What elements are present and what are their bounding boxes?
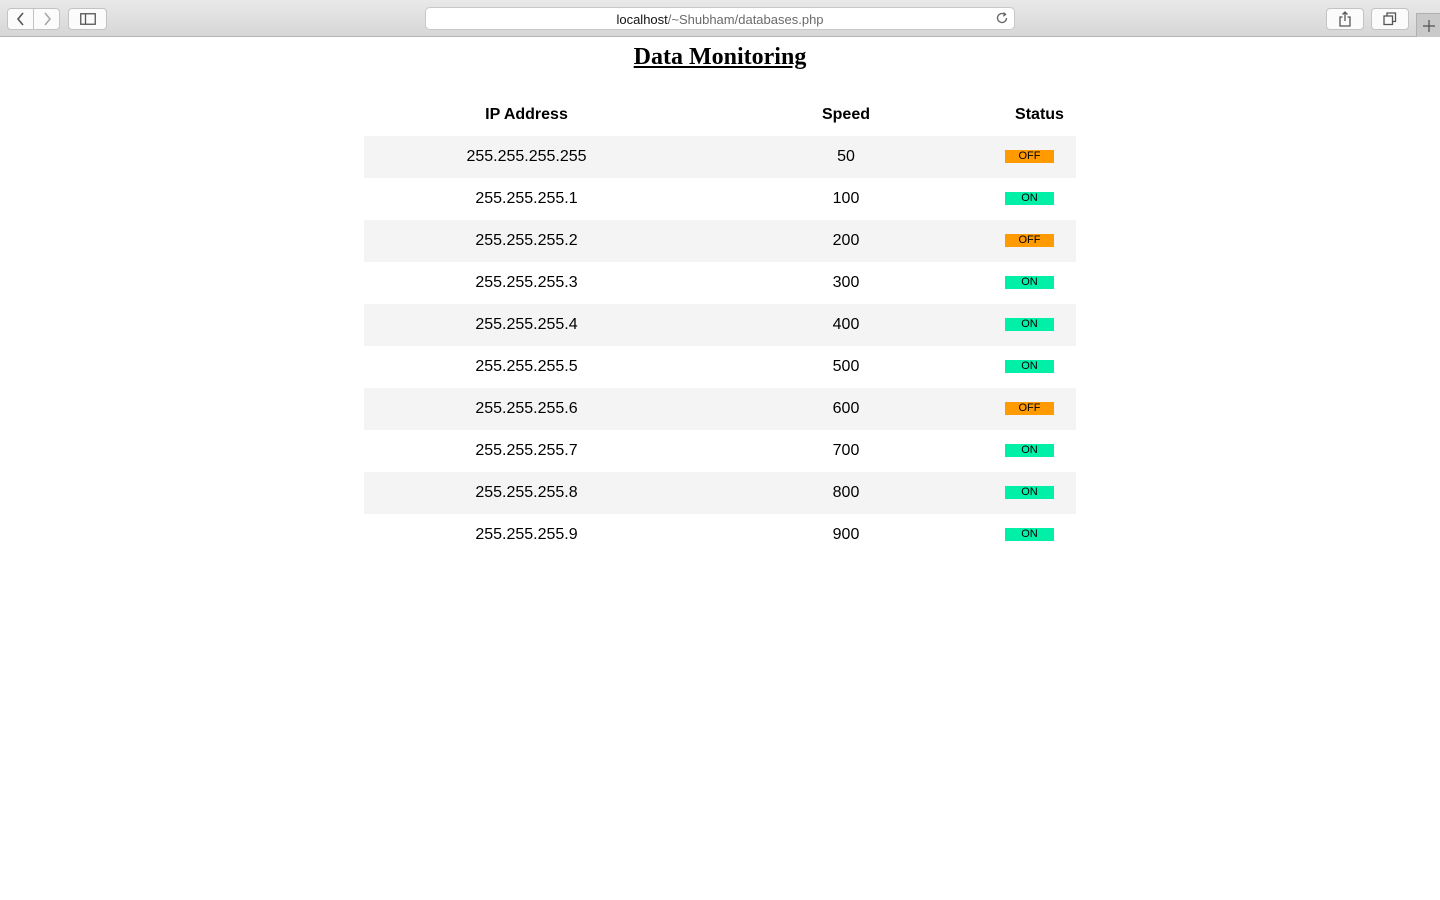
table-row: 255.255.255.6 600 OFF bbox=[364, 388, 1076, 430]
status-badge: ON bbox=[1005, 276, 1054, 290]
ip-address-cell: 255.255.255.7 bbox=[475, 442, 578, 459]
status-cell: ON bbox=[1003, 430, 1076, 472]
status-cell: OFF bbox=[1003, 136, 1076, 178]
ip-address-cell: 255.255.255.2 bbox=[475, 232, 578, 249]
page-title: Data Monitoring bbox=[633, 44, 807, 70]
reload-icon[interactable] bbox=[995, 11, 1009, 25]
status-cell: ON bbox=[1003, 304, 1076, 346]
url-host: localhost bbox=[616, 12, 668, 27]
status-badge: ON bbox=[1005, 486, 1054, 500]
ip-address-cell: 255.255.255.6 bbox=[475, 400, 578, 417]
ip-address-cell: 255.255.255.3 bbox=[475, 274, 578, 291]
header-speed: Speed bbox=[821, 106, 870, 123]
plus-icon bbox=[1422, 19, 1435, 32]
browser-toolbar: localhost/~Shubham/databases.php bbox=[0, 0, 1440, 37]
status-badge: ON bbox=[1005, 192, 1054, 206]
header-status: Status bbox=[1015, 106, 1064, 123]
sidebar-button[interactable] bbox=[68, 8, 107, 30]
status-badge: OFF bbox=[1005, 402, 1054, 416]
table-header-row: IP Address Speed Status bbox=[364, 94, 1076, 136]
table-row: 255.255.255.3 300 ON bbox=[364, 262, 1076, 304]
speed-cell: 300 bbox=[832, 274, 860, 291]
status-badge: OFF bbox=[1005, 150, 1054, 164]
table-row: 255.255.255.255 50 OFF bbox=[364, 136, 1076, 178]
status-cell: OFF bbox=[1003, 220, 1076, 262]
table-row: 255.255.255.1 100 ON bbox=[364, 178, 1076, 220]
table-row: 255.255.255.9 900 ON bbox=[364, 514, 1076, 556]
status-badge: OFF bbox=[1005, 234, 1054, 248]
header-ip-address: IP Address bbox=[485, 106, 568, 123]
status-cell: ON bbox=[1003, 472, 1076, 514]
ip-address-cell: 255.255.255.9 bbox=[475, 526, 578, 543]
speed-cell: 900 bbox=[832, 526, 860, 543]
sidebar-icon bbox=[79, 13, 96, 25]
forward-icon bbox=[42, 12, 52, 26]
speed-cell: 100 bbox=[832, 190, 860, 207]
ip-address-cell: 255.255.255.255 bbox=[466, 148, 587, 165]
ip-address-cell: 255.255.255.5 bbox=[475, 358, 578, 375]
share-icon bbox=[1338, 11, 1352, 27]
status-cell: ON bbox=[1003, 514, 1076, 556]
status-badge: ON bbox=[1005, 444, 1054, 458]
status-badge: ON bbox=[1005, 318, 1054, 332]
ip-address-cell: 255.255.255.1 bbox=[475, 190, 578, 207]
url-text: localhost/~Shubham/databases.php bbox=[426, 12, 1014, 27]
speed-cell: 500 bbox=[832, 358, 860, 375]
status-cell: ON bbox=[1003, 178, 1076, 220]
url-path: /~Shubham/databases.php bbox=[667, 12, 824, 27]
table-row: 255.255.255.2 200 OFF bbox=[364, 220, 1076, 262]
share-button[interactable] bbox=[1326, 8, 1364, 30]
table-row: 255.255.255.4 400 ON bbox=[364, 304, 1076, 346]
new-tab-button[interactable] bbox=[1416, 13, 1440, 37]
status-cell: ON bbox=[1003, 262, 1076, 304]
speed-cell: 400 bbox=[832, 316, 860, 333]
ip-address-cell: 255.255.255.8 bbox=[475, 484, 578, 501]
speed-cell: 800 bbox=[832, 484, 860, 501]
ip-address-cell: 255.255.255.4 bbox=[475, 316, 578, 333]
speed-cell: 700 bbox=[832, 442, 860, 459]
table-row: 255.255.255.7 700 ON bbox=[364, 430, 1076, 472]
table-row: 255.255.255.5 500 ON bbox=[364, 346, 1076, 388]
speed-cell: 50 bbox=[837, 148, 855, 165]
table-body: 255.255.255.255 50 OFF 255.255.255.1 100 ON 25… bbox=[364, 136, 1076, 556]
tabs-icon bbox=[1383, 12, 1397, 26]
back-button[interactable] bbox=[7, 8, 34, 30]
address-bar[interactable]: localhost/~Shubham/databases.php bbox=[425, 7, 1015, 30]
status-badge: ON bbox=[1005, 528, 1054, 542]
forward-button[interactable] bbox=[33, 8, 60, 30]
back-icon bbox=[16, 12, 26, 26]
speed-cell: 200 bbox=[832, 232, 860, 249]
table-row: 255.255.255.8 800 ON bbox=[364, 472, 1076, 514]
status-cell: ON bbox=[1003, 346, 1076, 388]
tabs-overview-button[interactable] bbox=[1371, 8, 1409, 30]
status-cell: OFF bbox=[1003, 388, 1076, 430]
speed-cell: 600 bbox=[832, 400, 860, 417]
status-badge: ON bbox=[1005, 360, 1054, 374]
data-table: IP Address Speed Status 255.255.255.255 5… bbox=[364, 94, 1076, 556]
